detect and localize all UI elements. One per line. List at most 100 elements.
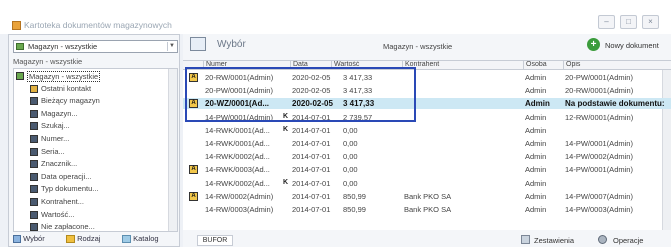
status-badge: A <box>189 165 198 175</box>
cell-numer: 14-RWK/0001(Ad... <box>205 139 270 148</box>
tree-item-label: Kontrahent... <box>41 197 84 206</box>
search-icon <box>30 122 38 131</box>
cell-numer: 14-RW/0002(Admin) <box>205 191 274 201</box>
cell-numer: 14-RWK/0003(Ad... <box>205 165 270 175</box>
app-window: Kartoteka dokumentów magazynowych – □ × … <box>0 0 671 247</box>
toolbar: Wybór Magazyn - wszystkie + Nowy dokumen… <box>183 34 671 56</box>
col-osoba[interactable]: Osoba <box>523 61 547 70</box>
cell-wartosc: 0,00 <box>343 125 358 135</box>
app-icon <box>12 21 21 30</box>
number-icon <box>30 135 38 143</box>
sidebar-tabs: Wybór Rodzaj Katalog <box>13 234 178 246</box>
wybor-tab-icon <box>13 235 21 244</box>
katalog-tab-icon <box>122 235 131 244</box>
chevron-down-icon[interactable]: ▼ <box>167 42 176 51</box>
contractor-icon <box>30 198 38 206</box>
tree-item-label: Znacznik... <box>41 159 78 169</box>
cell-wartosc: 0,00 <box>343 152 358 162</box>
operacje-label: Operacje <box>613 236 644 245</box>
cell-osoba: Admin <box>525 112 547 122</box>
tree-item-label: Ostatni kontakt <box>41 83 92 93</box>
tab-rodzaj-label: Rodzaj <box>77 234 101 243</box>
gear-icon <box>598 235 607 244</box>
title-bar: Kartoteka dokumentów magazynowych – □ × <box>0 0 671 34</box>
cell-osoba: Admin <box>525 152 547 162</box>
magazyn-combo[interactable]: Magazyn - wszystkie ▼ <box>13 40 178 53</box>
cell-data: 2014-07-01 <box>292 139 331 148</box>
highlight-box <box>185 67 416 122</box>
new-document-button[interactable]: + Nowy dokument <box>587 38 671 52</box>
cell-opis: 12-RW/0001(Admin) <box>565 112 634 122</box>
grid-view-icon[interactable] <box>190 37 206 51</box>
cell-data: 2014-07-01 <box>292 165 331 175</box>
cell-osoba: Admin <box>525 205 547 214</box>
cell-osoba: Admin <box>525 125 547 135</box>
tab-katalog-label: Katalog <box>133 234 159 243</box>
zestawienia-label: Zestawienia <box>534 236 575 245</box>
tab-wybor[interactable]: Wybór <box>13 234 45 244</box>
tab-rodzaj[interactable]: Rodzaj <box>66 234 101 244</box>
tree-item-label: Data operacji... <box>41 171 92 181</box>
table-row[interactable]: 14-RW/0003(Admin) 2014-07-01 850,99 Bank PK… <box>183 204 671 215</box>
minimize-icon[interactable]: – <box>598 15 615 29</box>
tree-item-label: Wartość... <box>41 209 75 219</box>
cell-osoba: Admin <box>525 99 550 109</box>
col-opis[interactable]: Opis <box>563 61 580 70</box>
rodzaj-tab-icon <box>66 235 75 244</box>
plus-icon: + <box>587 38 600 51</box>
status-bar: BUFOR Zestawienia Operacje <box>183 234 671 247</box>
cell-kontrahent: Bank PKO SA <box>404 191 452 201</box>
value-icon <box>30 210 38 219</box>
tree-item-label: Seria... <box>41 146 65 156</box>
warehouse-icon <box>16 43 24 50</box>
cell-opis: 14-PW/0007(Admin) <box>565 191 633 201</box>
table-row[interactable]: K 14-RWK/0001(Ad... 2014-07-01 0,00 Admin <box>183 125 671 136</box>
cell-numer: 14-RW/0003(Admin) <box>205 205 274 214</box>
warehouse-icon <box>30 109 38 118</box>
cell-numer: 14-RWK/0002(Ad... <box>205 178 270 188</box>
cell-wartosc: 0,00 <box>343 139 358 148</box>
cell-opis: Na podstawie dokumentu: <box>565 99 665 109</box>
tab-wybor-label: Wybór <box>23 234 45 243</box>
tree-item-label: Typ dokumentu... <box>41 184 99 194</box>
clock-icon <box>30 84 38 93</box>
close-icon[interactable]: × <box>642 15 659 29</box>
cell-opis: 14-PW/0002(Admin) <box>565 152 633 162</box>
cell-osoba: Admin <box>525 86 547 96</box>
table-row[interactable]: K 14-RWK/0002(Ad... 2014-07-01 0,00 Admin <box>183 178 671 189</box>
tree-scrollbar[interactable] <box>168 69 177 231</box>
report-icon <box>521 235 530 244</box>
toolbar-title: Wybór <box>217 39 246 50</box>
correction-marker: K <box>283 125 289 133</box>
tree-item-label: Magazyn - wszystkie <box>27 71 101 82</box>
correction-marker: K <box>283 178 289 186</box>
table-row[interactable]: A 14-RWK/0003(Ad... 2014-07-01 0,00 Admin 14-… <box>183 164 671 175</box>
new-document-label: Nowy dokument <box>605 41 659 50</box>
table-row[interactable]: 14-RWK/0001(Ad... 2014-07-01 0,00 Admin 14-P… <box>183 138 671 149</box>
cell-data: 2014-07-01 <box>292 205 331 214</box>
cell-data: 2014-07-01 <box>292 191 331 201</box>
cell-data: 2014-07-01 <box>292 178 331 188</box>
tree-item-label: Szukaj... <box>41 121 70 131</box>
filter-tree: Magazyn - wszystkie Ostatni kontakt Bieżąc… <box>13 68 178 232</box>
cell-wartosc: 0,00 <box>343 178 358 188</box>
bufor-button[interactable]: BUFOR <box>197 235 233 246</box>
cell-wartosc: 850,99 <box>343 191 366 201</box>
table-row[interactable]: A 14-RW/0002(Admin) 2014-07-01 850,99 Bank P… <box>183 191 671 202</box>
cell-opis: 20-PW/0001(Admin) <box>565 73 633 82</box>
cell-kontrahent: Bank PKO SA <box>404 205 452 214</box>
document-type-icon <box>30 185 38 194</box>
tab-katalog[interactable]: Katalog <box>122 234 159 244</box>
cell-osoba: Admin <box>525 73 547 82</box>
cell-opis: 14-PW/0001(Admin) <box>565 139 633 148</box>
filter-label: Magazyn - wszystkie <box>383 42 453 51</box>
cell-osoba: Admin <box>525 165 547 175</box>
maximize-icon[interactable]: □ <box>620 15 637 29</box>
cell-data: 2014-07-01 <box>292 152 331 162</box>
tree-item-label: Magazyn... <box>41 108 78 118</box>
magazyn-combo-value: Magazyn - wszystkie <box>28 42 98 51</box>
table-row[interactable]: 14-RWK/0002(Ad... 2014-07-01 0,00 Admin 14-P… <box>183 151 671 162</box>
cell-wartosc: 850,99 <box>343 205 366 214</box>
status-badge: A <box>189 191 198 201</box>
tree-item-label: Numer... <box>41 134 70 143</box>
